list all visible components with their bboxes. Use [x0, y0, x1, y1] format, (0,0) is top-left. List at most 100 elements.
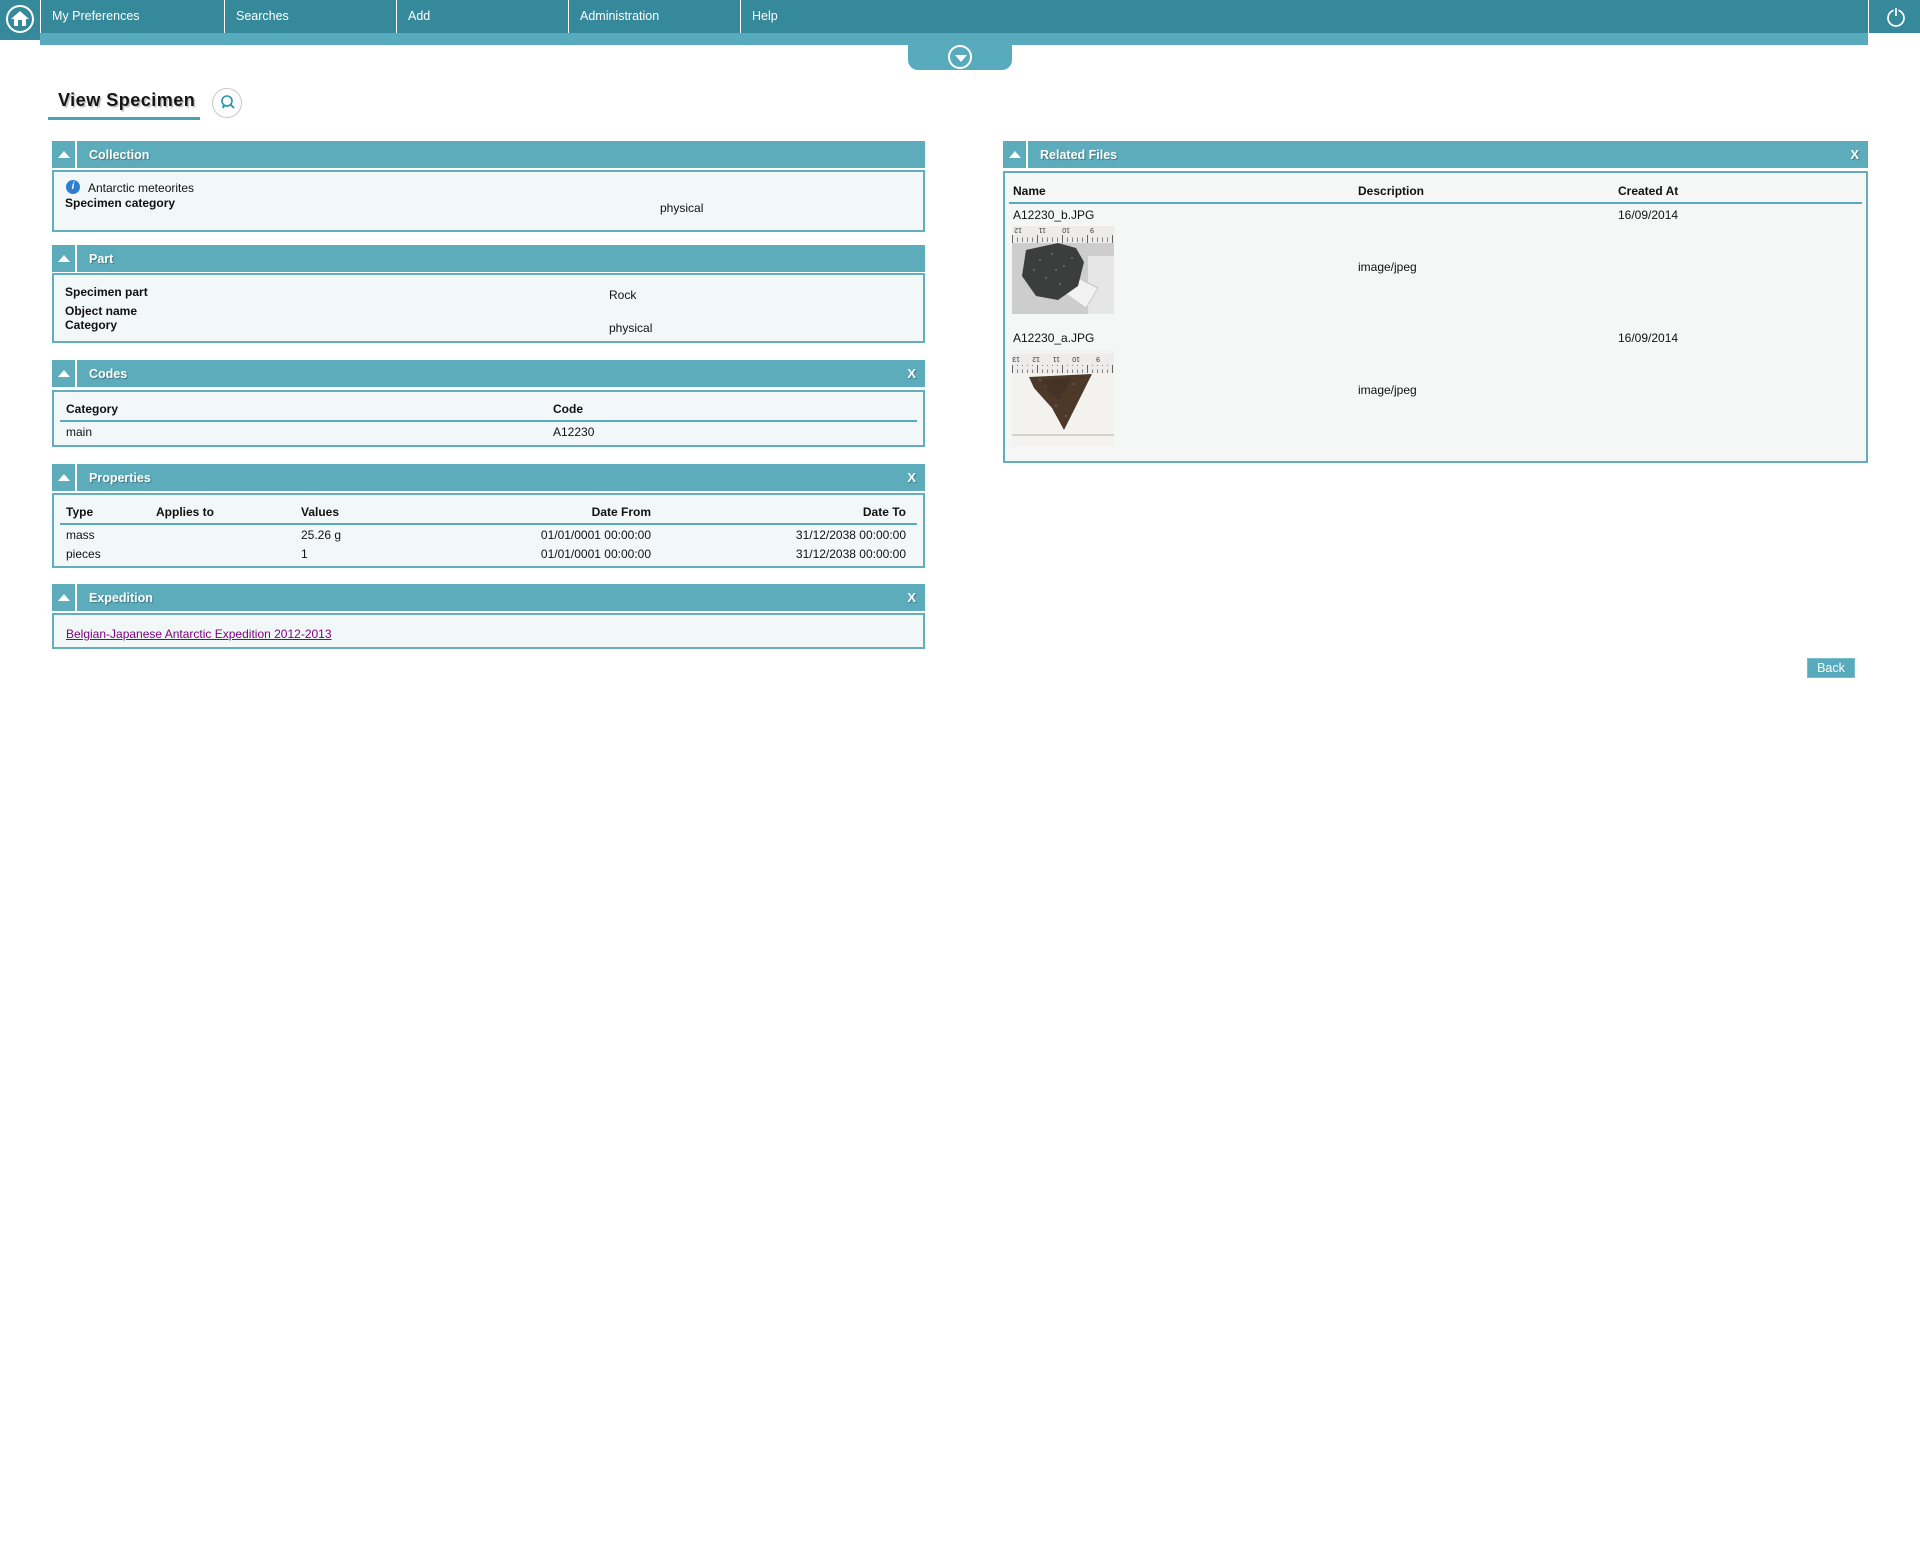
column-header: Code — [553, 402, 583, 416]
column-header: Type — [66, 505, 94, 519]
file-thumbnail[interactable]: 12 11 10 9 — [1012, 226, 1114, 319]
expedition-link[interactable]: Belgian-Japanese Antarctic Expedition 20… — [66, 627, 332, 641]
property-datefrom-cell: 01/01/0001 00:00:00 — [540, 528, 651, 542]
collapse-up-icon — [58, 151, 70, 158]
panel-title: Codes — [89, 367, 128, 381]
codes-panel: Codes X Category Code main A12230 — [52, 360, 925, 447]
collapse-button[interactable] — [52, 360, 77, 387]
file-name: A12230_a.JPG — [1013, 331, 1095, 345]
property-datefrom-cell: 01/01/0001 00:00:00 — [540, 547, 651, 561]
collection-name: Antarctic meteorites — [88, 181, 195, 195]
related-files-panel-header: Related Files X — [1003, 141, 1868, 168]
top-navigation-bar: My Preferences Searches Add Administrati… — [0, 0, 1920, 33]
collapse-up-icon — [58, 594, 70, 601]
panel-title: Collection — [89, 148, 150, 162]
properties-panel-header: Properties X — [52, 464, 925, 491]
column-header: Description — [1358, 184, 1425, 198]
nav-item-searches[interactable]: Searches — [224, 0, 396, 33]
collection-panel: Collection i Antarctic meteorites Specim… — [52, 141, 925, 232]
close-icon[interactable]: X — [907, 366, 916, 381]
file-thumbnail[interactable]: 13 12 11 10 9 — [1012, 350, 1114, 451]
close-icon[interactable]: X — [907, 590, 916, 605]
codes-panel-body: Category Code main A12230 — [52, 390, 925, 447]
collapse-button[interactable] — [52, 141, 77, 168]
part-panel: Part Specimen part Rock Object name Cate… — [52, 245, 925, 343]
chevron-down-icon — [948, 45, 972, 69]
collapse-button[interactable] — [52, 245, 77, 272]
part-panel-header: Part — [52, 245, 925, 272]
sub-navigation-strip — [40, 33, 1868, 45]
svg-text:11: 11 — [1053, 355, 1060, 362]
search-specimen-button[interactable] — [212, 88, 242, 118]
property-dateto-cell: 31/12/2038 00:00:00 — [795, 528, 906, 542]
column-header: Values — [301, 505, 340, 519]
svg-text:12: 12 — [1014, 226, 1022, 233]
collapse-button[interactable] — [52, 464, 77, 491]
back-button[interactable]: Back — [1807, 658, 1855, 678]
info-icon[interactable]: i — [66, 180, 80, 194]
properties-panel: Properties X Type Applies to Values Date… — [52, 464, 925, 568]
home-button[interactable] — [0, 0, 40, 40]
nav-item-administration[interactable]: Administration — [568, 0, 740, 33]
collapse-button[interactable] — [52, 584, 77, 611]
property-type-cell: pieces — [66, 547, 101, 561]
svg-text:10: 10 — [1062, 226, 1070, 233]
part-panel-body: Specimen part Rock Object name Category … — [52, 273, 925, 343]
expedition-panel-header: Expedition X — [52, 584, 925, 611]
code-value-cell: A12230 — [553, 425, 595, 439]
svg-text:10: 10 — [1072, 355, 1080, 362]
file-description: image/jpeg — [1358, 383, 1417, 397]
close-icon[interactable]: X — [1850, 147, 1859, 162]
svg-text:11: 11 — [1039, 226, 1046, 233]
column-header: Date From — [591, 505, 651, 519]
file-description: image/jpeg — [1358, 260, 1417, 274]
collapse-up-icon — [58, 474, 70, 481]
page: My Preferences Searches Add Administrati… — [0, 0, 1920, 1544]
property-values-cell: 25.26 g — [301, 528, 342, 542]
field-value: Rock — [609, 288, 637, 302]
close-icon[interactable]: X — [907, 470, 916, 485]
expedition-panel-body: Belgian-Japanese Antarctic Expedition 20… — [52, 613, 925, 649]
nav-item-add[interactable]: Add — [396, 0, 568, 33]
collapse-all-tab[interactable] — [908, 45, 1012, 70]
column-header: Category — [66, 402, 119, 416]
collapse-up-icon — [58, 370, 70, 377]
field-label: Specimen part — [65, 285, 148, 299]
nav-item-my-preferences[interactable]: My Preferences — [40, 0, 224, 33]
collapse-button[interactable] — [1003, 141, 1028, 168]
property-dateto-cell: 31/12/2038 00:00:00 — [795, 547, 906, 561]
column-header: Name — [1013, 184, 1046, 198]
field-label: Specimen category — [65, 196, 176, 210]
table-header-divider — [1009, 202, 1862, 204]
panel-title: Related Files — [1040, 148, 1118, 162]
page-title: View Specimen — [58, 90, 196, 110]
collection-panel-header: Collection — [52, 141, 925, 168]
related-files-panel: Related Files X Name Description Created… — [1003, 141, 1868, 463]
panel-title: Part — [89, 252, 114, 266]
table-header-divider — [60, 420, 917, 422]
file-created-at: 16/09/2014 — [1618, 208, 1679, 222]
field-value: physical — [609, 321, 653, 335]
property-values-cell: 1 — [301, 547, 308, 561]
nav-item-help[interactable]: Help — [740, 0, 912, 33]
properties-panel-body: Type Applies to Values Date From Date To… — [52, 493, 925, 568]
table-header-divider — [60, 523, 917, 525]
logout-button[interactable] — [1868, 0, 1920, 33]
collection-panel-body: i Antarctic meteorites Specimen category… — [52, 170, 925, 232]
column-header: Created At — [1618, 184, 1679, 198]
related-files-panel-body: Name Description Created At A12230_b.JPG… — [1003, 171, 1868, 463]
codes-panel-header: Codes X — [52, 360, 925, 387]
file-name: A12230_b.JPG — [1013, 208, 1095, 222]
column-header: Date To — [862, 505, 906, 519]
collapse-up-icon — [1009, 151, 1021, 158]
field-value: physical — [660, 201, 704, 215]
column-header: Applies to — [156, 505, 215, 519]
property-type-cell: mass — [66, 528, 95, 542]
svg-text:9: 9 — [1090, 226, 1094, 233]
panel-title: Expedition — [89, 591, 153, 605]
field-label: Object name — [65, 304, 138, 318]
field-label: Category — [65, 318, 118, 332]
panel-title: Properties — [89, 471, 151, 485]
code-category-cell: main — [66, 425, 93, 439]
page-title-underline — [48, 117, 200, 120]
